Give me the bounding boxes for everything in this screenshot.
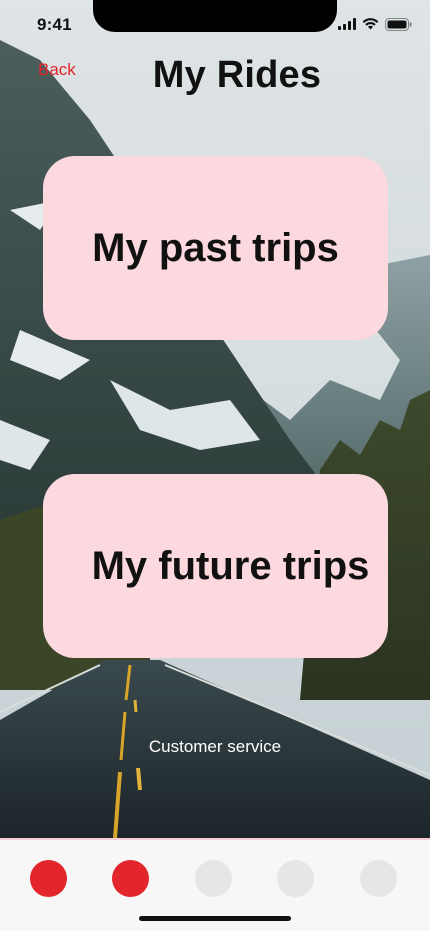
battery-icon: [385, 17, 412, 31]
nav-dot-2[interactable]: [112, 860, 149, 897]
status-bar: 9:41: [0, 0, 430, 48]
home-indicator: [139, 916, 291, 921]
customer-service-link[interactable]: Customer service: [0, 737, 430, 757]
past-trips-label: My past trips: [92, 225, 339, 270]
future-trips-label: My future trips: [91, 543, 370, 588]
background-landscape-image: [0, 0, 430, 838]
status-icons: [338, 17, 412, 31]
signal-icon: [338, 18, 356, 30]
nav-dot-5[interactable]: [360, 860, 397, 897]
page-title: My Rides: [152, 54, 322, 96]
nav-dot-4[interactable]: [277, 860, 314, 897]
bottom-navigation-bar: [0, 838, 430, 931]
status-time: 9:41: [37, 15, 72, 34]
nav-dots: [0, 860, 430, 898]
nav-dot-3[interactable]: [195, 860, 232, 897]
nav-dot-1[interactable]: [30, 860, 67, 897]
wifi-icon: [362, 18, 379, 30]
past-trips-card[interactable]: My past trips: [43, 156, 388, 340]
future-trips-card[interactable]: My future trips: [43, 474, 388, 658]
device-notch: [93, 0, 337, 32]
